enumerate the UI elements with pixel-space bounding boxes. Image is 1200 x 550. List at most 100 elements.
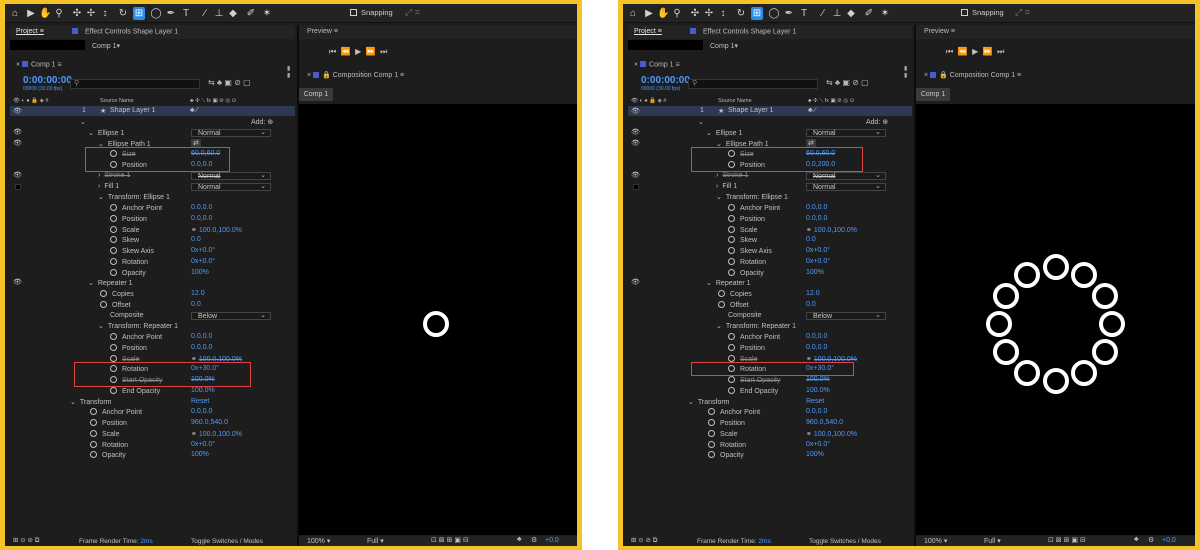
constrain-proportions-icon[interactable]: ⚭ [806, 431, 814, 438]
zoom-tool-icon[interactable]: ⚲ [53, 7, 65, 20]
stopwatch-icon[interactable] [110, 225, 117, 233]
stopwatch-icon[interactable] [728, 333, 735, 340]
property-row-t-scale[interactable]: Scale ⚭ 100.0,100.0% [628, 429, 913, 440]
property-value[interactable]: 100.0% [806, 376, 830, 383]
search-input[interactable]: ⚲ [70, 79, 200, 89]
property-value[interactable]: 0x+0.0° [191, 247, 215, 254]
property-row-offset[interactable]: Offset 0.0 [628, 300, 913, 311]
stopwatch-icon[interactable] [728, 236, 735, 244]
chevron-right-icon[interactable]: › [716, 172, 718, 179]
last-frame-icon[interactable]: ⏭ [380, 47, 387, 56]
layer-switches[interactable]: ♣ ∕ [808, 107, 816, 114]
property-row-t-position[interactable]: Position 960.0,540.0 [10, 418, 295, 429]
snap-options-icon[interactable]: ⤢ ⌗ [405, 7, 420, 18]
tab-effect-controls[interactable]: Effect Controls Shape Layer 1 [690, 28, 796, 36]
stopwatch-icon[interactable] [90, 419, 97, 426]
property-value[interactable]: 960.0,540.0 [806, 419, 843, 426]
property-row-repeater[interactable]: 👁 ⌄ Repeater 1 [10, 278, 295, 289]
lock-icon[interactable]: 🔒 [322, 72, 331, 79]
anchor-tool-icon[interactable]: ⊞ [751, 7, 763, 20]
property-value[interactable]: 100% [806, 451, 824, 458]
stopwatch-icon[interactable] [708, 408, 715, 416]
stopwatch-icon[interactable] [708, 429, 715, 437]
next-frame-icon[interactable]: ⏩ [983, 47, 993, 56]
snapping-checkbox[interactable] [350, 9, 357, 16]
add-button[interactable]: Add: ⊕ [866, 118, 888, 126]
property-row-transform-repeater[interactable]: ⌄ Transform: Repeater 1 [628, 321, 913, 332]
property-row-r-position[interactable]: Position 0.0,0.0 [628, 343, 913, 354]
clone-stamp-tool-icon[interactable]: ⊥ [213, 7, 225, 20]
tab-project[interactable]: Project ≡ [634, 28, 662, 35]
property-row-contents[interactable]: ⌄ Add: ⊕ [10, 117, 295, 128]
property-row-r-start-opacity[interactable]: Start Opacity 100.0% [628, 375, 913, 386]
tab-comp-timeline[interactable]: × Comp 1 ≡ [16, 61, 62, 69]
property-row-copies[interactable]: Copies 12.0 [10, 289, 295, 300]
property-row-transform-ellipse[interactable]: ⌄ Transform: Ellipse 1 [628, 192, 913, 203]
property-value[interactable]: ⚭ 100.0,100.0% [191, 226, 242, 234]
roto-brush-tool-icon[interactable]: ✐ [245, 7, 257, 20]
add-button[interactable]: Add: ⊕ [251, 118, 273, 126]
exposure-value[interactable]: +0.0 [1162, 537, 1176, 544]
pen-tool-icon[interactable]: ✒ [783, 7, 795, 20]
constrain-proportions-icon[interactable]: ⚭ [191, 431, 199, 438]
stopwatch-icon[interactable] [728, 257, 735, 265]
property-row-t-opacity[interactable]: Opacity 100% [628, 450, 913, 461]
tab-composition[interactable]: × 🔒 Composition Comp 1 ≡ [924, 71, 1021, 79]
layer-row[interactable]: 👁 1 ★ Shape Layer 1 ♣ ∕ [10, 106, 295, 116]
property-value[interactable]: 0.0,0.0 [191, 344, 212, 351]
property-row-r-position[interactable]: Position 0.0,0.0 [10, 343, 295, 354]
resolution-select[interactable]: Full ▾ [984, 537, 1001, 545]
property-value[interactable]: 0.0 [191, 301, 201, 308]
snapping-toggle[interactable]: Snapping [350, 8, 393, 17]
property-row-scale[interactable]: Scale ⚭ 100.0,100.0% [628, 225, 913, 236]
constrain-proportions-icon[interactable]: ⚭ [806, 227, 814, 234]
chevron-down-icon[interactable]: ⌄ [698, 119, 704, 126]
rotate-tool-icon[interactable]: ↻ [735, 7, 747, 20]
stopwatch-icon[interactable] [90, 451, 97, 459]
property-value[interactable]: 100% [806, 269, 824, 276]
stopwatch-icon[interactable] [728, 268, 735, 276]
stopwatch-icon[interactable] [728, 204, 735, 211]
chevron-down-icon[interactable]: ⌄ [88, 280, 94, 287]
property-row-skew-axis[interactable]: Skew Axis 0x+0.0° [628, 246, 913, 257]
pan-tool-icon[interactable]: ✢ [703, 7, 715, 20]
rotate-tool-icon[interactable]: ↻ [117, 7, 129, 20]
first-frame-icon[interactable]: ⏮ [946, 47, 953, 56]
toggle-switches-modes[interactable]: Toggle Switches / Modes [809, 538, 881, 545]
chevron-down-icon[interactable]: ⌄ [70, 399, 76, 406]
property-value[interactable]: 100% [191, 451, 209, 458]
snapping-toggle[interactable]: Snapping [961, 8, 1004, 17]
chevron-down-icon[interactable]: ⌄ [706, 130, 712, 137]
tab-effect-controls[interactable]: Effect Controls Shape Layer 1 [72, 28, 178, 36]
property-value[interactable]: 0.0 [806, 236, 816, 243]
property-row-r-end-opacity[interactable]: End Opacity 100.0% [10, 386, 295, 397]
mode-select[interactable]: Below ⌄ [191, 311, 271, 320]
property-value[interactable]: Reset [806, 398, 824, 405]
prev-frame-icon[interactable]: ⏪ [958, 47, 968, 56]
stopwatch-icon[interactable] [728, 247, 735, 254]
timeline-switch-icons[interactable]: ⇆ ♣ ▣ ⊘ ▢ [826, 78, 869, 87]
search-input[interactable]: ⚲ [688, 79, 818, 89]
eye-icon[interactable]: 👁 [631, 171, 640, 179]
property-row-opacity[interactable]: Opacity 100% [628, 268, 913, 279]
stopwatch-icon[interactable] [728, 354, 735, 362]
property-row-composite[interactable]: Composite Below ⌄ [628, 311, 913, 322]
chevron-right-icon[interactable]: › [98, 183, 100, 190]
snapping-checkbox[interactable] [961, 9, 968, 16]
property-row-t-scale[interactable]: Scale ⚭ 100.0,100.0% [10, 429, 295, 440]
property-value[interactable]: 0x+0.0° [806, 247, 830, 254]
timeline-switch-icons[interactable]: ⇆ ♣ ▣ ⊘ ▢ [208, 78, 251, 87]
property-value[interactable]: 100.0% [191, 387, 215, 394]
property-row-fill[interactable]: › Fill 1 Normal ⌄ [10, 182, 295, 193]
property-row-t-anchor[interactable]: Anchor Point 0.0,0.0 [10, 407, 295, 418]
chevron-right-icon[interactable]: › [98, 172, 100, 179]
mode-select[interactable]: Normal ⌄ [191, 128, 271, 137]
chevron-down-icon[interactable]: ⌄ [98, 323, 104, 330]
pan-tool-icon[interactable]: ✢ [85, 7, 97, 20]
path-direction-icon[interactable]: ⇄ [806, 138, 816, 147]
property-row-transform[interactable]: ⌄ Transform Reset [628, 397, 913, 408]
add-icon[interactable]: ⊕ [265, 119, 273, 126]
add-icon[interactable]: ⊕ [880, 119, 888, 126]
property-value[interactable]: 0.0,0.0 [806, 333, 827, 340]
stopwatch-icon[interactable] [708, 451, 715, 459]
